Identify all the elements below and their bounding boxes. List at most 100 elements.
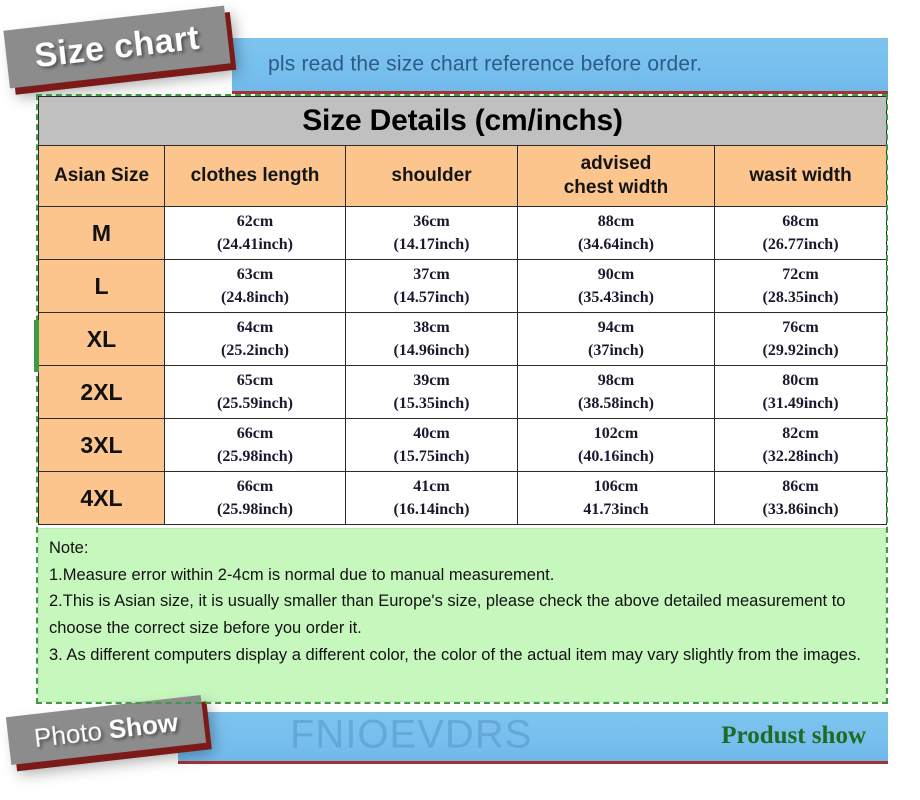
table-row: 4XL 66cm (25.98inch) 41cm (16.14inch) 10… <box>38 471 888 525</box>
value-inch: (25.98inch) <box>217 448 293 465</box>
value-inch: (25.2inch) <box>221 342 289 359</box>
product-show-banner: FNIOEVDRS Produst show <box>178 712 888 764</box>
photo-show-ribbon-tag: Photo Show <box>5 695 207 765</box>
column-header-shoulder: shoulder <box>345 145 518 207</box>
value-inch: (16.14inch) <box>393 501 470 518</box>
cell-clothes-length: 66cm (25.98inch) <box>164 418 346 472</box>
value-cm: 63cm <box>236 265 274 283</box>
value-cm: 86cm <box>782 477 819 495</box>
cell-shoulder: 40cm (15.75inch) <box>345 418 518 472</box>
cell-shoulder: 38cm (14.96inch) <box>345 312 518 366</box>
value-inch: (24.41inch) <box>217 236 293 253</box>
product-show-label: Produst show <box>721 721 866 749</box>
value-cm: 40cm <box>413 424 450 442</box>
value-cm: 106cm <box>593 477 639 495</box>
value-inch: (37inch) <box>588 342 644 359</box>
cell-shoulder: 37cm (14.57inch) <box>345 259 518 313</box>
value-inch: (25.98inch) <box>217 501 293 518</box>
value-cm: 80cm <box>782 371 819 389</box>
value-inch: (34.64inch) <box>578 236 654 253</box>
note-heading: Note: <box>49 539 89 557</box>
value-cm: 38cm <box>413 318 450 336</box>
cell-size: L <box>38 259 165 313</box>
cell-clothes-length: 65cm (25.59inch) <box>164 365 346 419</box>
value-inch: (40.16inch) <box>578 448 654 465</box>
table-row: L 63cm (24.8inch) 37cm (14.57inch) 90cm … <box>38 259 888 313</box>
cell-clothes-length: 64cm (25.2inch) <box>164 312 346 366</box>
size-details-table: Size Details (cm/inchs) Asian Size cloth… <box>37 96 888 525</box>
table-header-row: Asian Size clothes length shoulder advis… <box>38 145 888 207</box>
value-cm: 94cm <box>597 318 635 336</box>
cell-clothes-length: 66cm (25.98inch) <box>164 471 346 525</box>
value-cm: 72cm <box>782 265 819 283</box>
value-inch: (25.59inch) <box>217 395 293 412</box>
value-cm: 66cm <box>236 424 274 442</box>
cell-size: XL <box>38 312 165 366</box>
photo-show-label-bold: Show <box>107 706 180 745</box>
value-inch: (38.58inch) <box>578 395 654 412</box>
top-notice-text: pls read the size chart reference before… <box>268 52 703 76</box>
size-chart-ribbon-label: Size chart <box>32 18 202 75</box>
cell-waist-width: 76cm (29.92inch) <box>713 312 888 366</box>
brand-watermark: FNIOEVDRS <box>290 712 533 757</box>
table-row: M 62cm (24.41inch) 36cm (14.17inch) 88cm… <box>38 206 888 260</box>
column-header-asian-size: Asian Size <box>38 145 165 207</box>
cell-chest-width: 98cm (38.58inch) <box>517 365 715 419</box>
table-title-row: Size Details (cm/inchs) <box>37 96 888 146</box>
cell-clothes-length: 62cm (24.41inch) <box>164 206 346 260</box>
spreadsheet-selection-handle[interactable] <box>34 320 39 372</box>
cell-waist-width: 68cm (26.77inch) <box>713 206 888 260</box>
cell-chest-width: 106cm 41.73inch <box>517 471 715 525</box>
value-inch: 41.73inch <box>583 501 649 518</box>
value-inch: (15.75inch) <box>393 448 470 465</box>
value-cm: 98cm <box>597 371 635 389</box>
value-cm: 39cm <box>413 371 450 389</box>
size-chart-ribbon-tag: Size chart <box>3 5 231 89</box>
column-header-line1: wasit width <box>749 165 852 187</box>
value-inch: (24.8inch) <box>221 289 289 306</box>
value-inch: (14.57inch) <box>393 289 470 306</box>
value-inch: (14.96inch) <box>393 342 470 359</box>
cell-chest-width: 94cm (37inch) <box>517 312 715 366</box>
note-box: Note: 1.Measure error within 2-4cm is no… <box>38 528 886 702</box>
cell-size: 2XL <box>38 365 165 419</box>
value-cm: 90cm <box>597 265 635 283</box>
value-cm: 37cm <box>413 265 450 283</box>
value-cm: 88cm <box>597 212 635 230</box>
column-header-line1: clothes length <box>190 165 320 187</box>
table-row: 3XL 66cm (25.98inch) 40cm (15.75inch) 10… <box>38 418 888 472</box>
value-cm: 66cm <box>236 477 274 495</box>
cell-shoulder: 39cm (15.35inch) <box>345 365 518 419</box>
photo-show-ribbon-label: Photo Show <box>32 706 179 753</box>
value-inch: (31.49inch) <box>762 395 839 412</box>
cell-size: 4XL <box>38 471 165 525</box>
note-item-2: 2.This is Asian size, it is usually smal… <box>49 592 846 638</box>
cell-waist-width: 72cm (28.35inch) <box>713 259 888 313</box>
value-cm: 41cm <box>413 477 450 495</box>
table-row: 2XL 65cm (25.59inch) 39cm (15.35inch) 98… <box>38 365 888 419</box>
column-header-clothes-length: clothes length <box>164 145 346 207</box>
note-item-1: 1.Measure error within 2-4cm is normal d… <box>49 565 555 584</box>
value-cm: 68cm <box>782 212 819 230</box>
value-cm: 36cm <box>413 212 450 230</box>
value-cm: 76cm <box>782 318 819 336</box>
cell-waist-width: 80cm (31.49inch) <box>713 365 888 419</box>
value-cm: 82cm <box>782 424 819 442</box>
cell-size: 3XL <box>38 418 165 472</box>
table-row: XL 64cm (25.2inch) 38cm (14.96inch) 94cm… <box>38 312 888 366</box>
photo-show-label-light: Photo <box>32 715 104 753</box>
cell-shoulder: 41cm (16.14inch) <box>345 471 518 525</box>
column-header-advised-chest-width: advised chest width <box>517 145 715 207</box>
cell-size: M <box>38 206 165 260</box>
column-header-line1: advised <box>580 153 652 175</box>
value-inch: (26.77inch) <box>762 236 839 253</box>
column-header-line1: Asian Size <box>53 165 150 187</box>
value-inch: (32.28inch) <box>762 448 839 465</box>
note-item-3: 3. As different computers display a diff… <box>49 645 861 664</box>
value-inch: (14.17inch) <box>393 236 470 253</box>
column-header-line1: shoulder <box>391 165 472 187</box>
column-header-line2: chest width <box>563 177 669 198</box>
cell-chest-width: 90cm (35.43inch) <box>517 259 715 313</box>
value-inch: (15.35inch) <box>393 395 470 412</box>
value-inch: (29.92inch) <box>762 342 839 359</box>
